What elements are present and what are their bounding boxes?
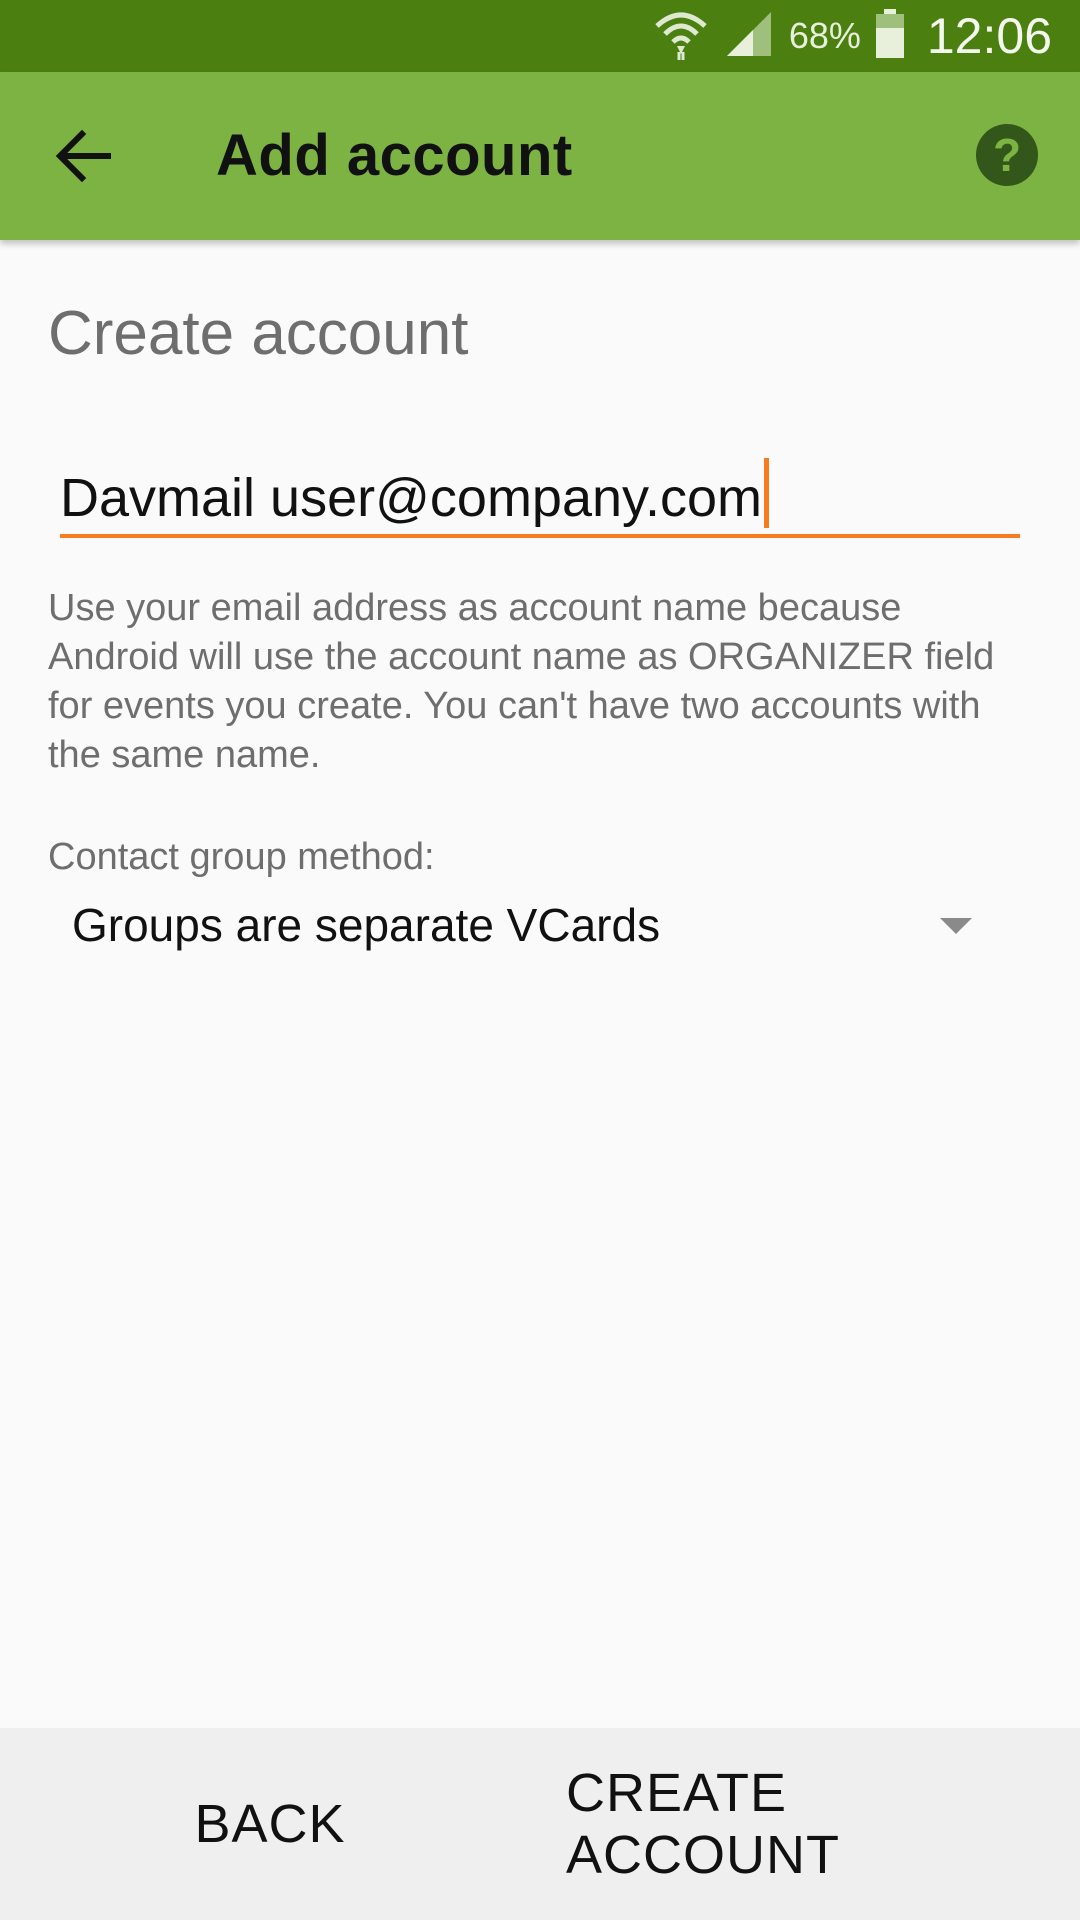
account-name-input[interactable]: Davmail user@company.com: [60, 458, 770, 529]
help-icon[interactable]: ?: [976, 124, 1038, 186]
page-title: Add account: [216, 123, 573, 188]
contact-group-dropdown[interactable]: Groups are separate VCards: [48, 888, 1000, 968]
battery-percent: 68%: [788, 15, 861, 56]
section-title: Create account: [48, 299, 469, 368]
signal-icon: [723, 8, 775, 65]
contact-group-selected: Groups are separate VCards: [72, 899, 661, 951]
create-account-button[interactable]: CREATE ACCOUNT: [566, 1728, 1054, 1920]
add-account-screen: 68% 12:06 Add account ? Create account D: [0, 0, 1080, 1920]
dropdown-caret-icon: [940, 918, 972, 934]
app-bar: Add account ?: [0, 72, 1080, 240]
text-cursor: [764, 458, 770, 528]
account-name-field[interactable]: Davmail user@company.com: [60, 442, 1020, 538]
back-arrow-icon[interactable]: [52, 124, 116, 188]
account-name-value: Davmail user@company.com: [60, 468, 763, 528]
status-bar: 68% 12:06: [0, 0, 1080, 72]
status-clock: 12:06: [926, 8, 1052, 64]
battery-icon: [875, 8, 905, 64]
contact-group-label: Contact group method:: [48, 836, 435, 878]
wifi-icon: [653, 6, 709, 67]
button-bar: BACK CREATE ACCOUNT: [0, 1728, 1080, 1920]
account-name-help-text: Use your email address as account name b…: [48, 587, 995, 776]
back-button[interactable]: BACK: [120, 1728, 420, 1920]
status-indicators: 68% 12:06: [653, 0, 1052, 72]
